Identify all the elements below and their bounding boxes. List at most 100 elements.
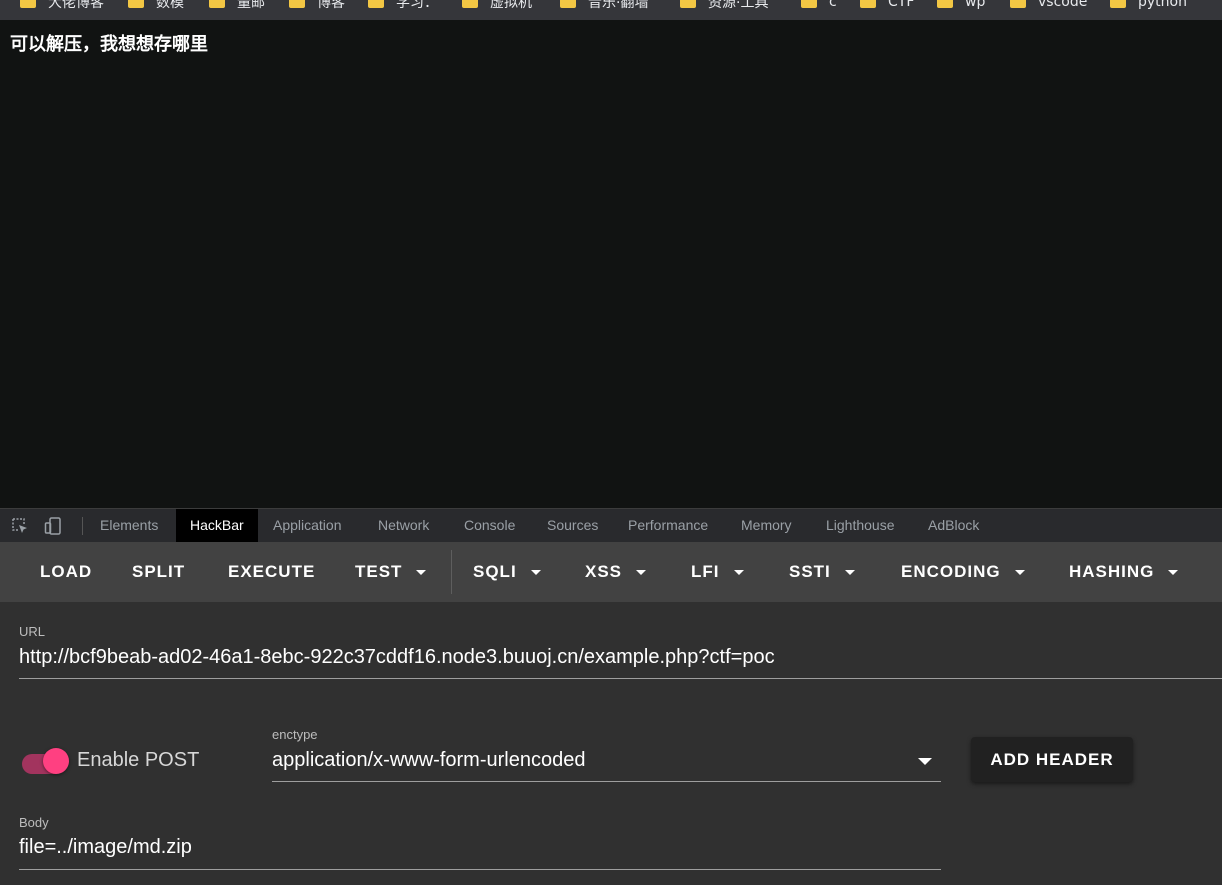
split-button[interactable]: SPLIT — [132, 542, 185, 602]
bookmark-label: 量邮 — [237, 0, 265, 11]
load-label: LOAD — [40, 562, 93, 581]
bookmark-label: vscode — [1038, 0, 1088, 10]
caret-down-icon — [1014, 569, 1025, 575]
execute-label: EXECUTE — [228, 562, 316, 581]
url-input[interactable]: http://bcf9beab-ad02-46a1-8ebc-922c37cdd… — [19, 646, 775, 669]
bookmark-label: 博客 — [317, 0, 345, 11]
hackbar-toolbar: LOAD SPLIT EXECUTE TEST SQLI XSS LFI SST… — [0, 542, 1222, 602]
encoding-label: ENCODING — [901, 562, 1001, 581]
caret-down-icon — [844, 569, 855, 575]
bookmark-folder[interactable]: 资源·工具 — [680, 0, 768, 12]
body-underline — [19, 869, 941, 870]
add-header-button[interactable]: ADD HEADER — [971, 737, 1133, 782]
devtools-tab-bar: Elements HackBar Application Network Con… — [0, 508, 1222, 542]
folder-icon — [937, 0, 953, 8]
bookmark-folder[interactable]: CTF — [860, 0, 914, 12]
split-label: SPLIT — [132, 562, 186, 581]
folder-icon — [801, 0, 817, 8]
folder-icon — [560, 0, 576, 8]
sqli-menu-button[interactable]: SQLI — [473, 542, 541, 602]
tab-lighthouse[interactable]: Lighthouse — [812, 509, 909, 542]
ssti-menu-button[interactable]: SSTI — [789, 542, 855, 602]
caret-down-icon — [530, 569, 541, 575]
test-menu-button[interactable]: TEST — [355, 542, 427, 602]
test-label: TEST — [355, 562, 403, 581]
bookmark-label: c — [829, 0, 837, 10]
body-input[interactable]: file=../image/md.zip — [19, 836, 192, 859]
page-message: 可以解压，我想想存哪里 — [10, 34, 208, 55]
tab-elements[interactable]: Elements — [86, 509, 172, 542]
folder-icon — [20, 0, 36, 8]
enctype-underline — [272, 781, 941, 782]
bookmark-label: 数模 — [156, 0, 184, 11]
execute-button[interactable]: EXECUTE — [228, 542, 315, 602]
dropdown-arrow-icon[interactable] — [918, 758, 932, 765]
folder-icon — [209, 0, 225, 8]
bookmark-folder[interactable]: 学习： — [368, 0, 438, 12]
caret-down-icon — [1168, 569, 1179, 575]
bookmarks-bar: 大佬博客 数模 量邮 博客 学习： 虚拟机 音乐·翻墙 资源·工具 c CTF … — [0, 0, 1222, 20]
folder-icon — [462, 0, 478, 8]
tab-performance[interactable]: Performance — [614, 509, 722, 542]
ssti-label: SSTI — [789, 562, 831, 581]
hashing-menu-button[interactable]: HASHING — [1069, 542, 1179, 602]
tab-memory[interactable]: Memory — [727, 509, 806, 542]
url-underline — [19, 678, 1222, 679]
bookmark-folder[interactable]: vscode — [1010, 0, 1087, 12]
tab-network[interactable]: Network — [364, 509, 443, 542]
device-toolbar-icon[interactable] — [44, 517, 62, 535]
encoding-menu-button[interactable]: ENCODING — [901, 542, 1025, 602]
caret-down-icon — [733, 569, 744, 575]
bookmark-folder[interactable]: python — [1110, 0, 1187, 12]
tab-hackbar[interactable]: HackBar — [176, 509, 258, 542]
bookmark-folder[interactable]: wp — [937, 0, 985, 12]
enctype-label: enctype — [272, 727, 318, 742]
toolbar-divider — [451, 550, 452, 594]
folder-icon — [680, 0, 696, 8]
lfi-label: LFI — [691, 562, 720, 581]
lfi-menu-button[interactable]: LFI — [691, 542, 744, 602]
bookmark-folder[interactable]: 数模 — [128, 0, 184, 12]
bookmark-label: python — [1138, 0, 1187, 10]
xss-menu-button[interactable]: XSS — [585, 542, 647, 602]
bookmark-folder[interactable]: 音乐·翻墙 — [560, 0, 648, 12]
bookmark-label: 学习： — [396, 0, 438, 11]
bookmark-label: 音乐·翻墙 — [588, 0, 649, 11]
bookmark-folder[interactable]: c — [801, 0, 837, 12]
page-content: 可以解压，我想想存哪里 — [0, 20, 1222, 508]
bookmark-folder[interactable]: 大佬博客 — [20, 0, 104, 12]
bookmark-label: 大佬博客 — [48, 0, 104, 11]
enctype-select[interactable]: application/x-www-form-urlencoded — [272, 749, 585, 772]
bookmark-folder[interactable]: 虚拟机 — [462, 0, 532, 12]
bookmark-label: wp — [965, 0, 986, 10]
folder-icon — [128, 0, 144, 8]
folder-icon — [860, 0, 876, 8]
bookmark-folder[interactable]: 量邮 — [209, 0, 265, 12]
body-label: Body — [19, 815, 49, 830]
load-button[interactable]: LOAD — [40, 542, 92, 602]
folder-icon — [1110, 0, 1126, 8]
bookmark-label: CTF — [888, 0, 915, 10]
bookmark-label: 虚拟机 — [490, 0, 532, 11]
bookmark-folder[interactable]: 博客 — [289, 0, 345, 12]
tab-console[interactable]: Console — [450, 509, 529, 542]
sqli-label: SQLI — [473, 562, 517, 581]
enable-post-label: Enable POST — [77, 749, 200, 771]
hackbar-body: URL http://bcf9beab-ad02-46a1-8ebc-922c3… — [0, 602, 1222, 885]
inspect-element-icon[interactable] — [11, 517, 29, 535]
url-label: URL — [19, 624, 46, 639]
toggle-knob[interactable] — [43, 748, 69, 774]
xss-label: XSS — [585, 562, 623, 581]
tab-sources[interactable]: Sources — [533, 509, 612, 542]
folder-icon — [289, 0, 305, 8]
caret-down-icon — [636, 569, 647, 575]
tab-divider — [82, 517, 83, 535]
folder-icon — [368, 0, 384, 8]
tab-adblock[interactable]: AdBlock — [914, 509, 993, 542]
caret-down-icon — [416, 569, 427, 575]
add-header-label: ADD HEADER — [990, 749, 1114, 769]
folder-icon — [1010, 0, 1026, 8]
bookmark-label: 资源·工具 — [708, 0, 769, 11]
hashing-label: HASHING — [1069, 562, 1155, 581]
tab-application[interactable]: Application — [259, 509, 356, 542]
